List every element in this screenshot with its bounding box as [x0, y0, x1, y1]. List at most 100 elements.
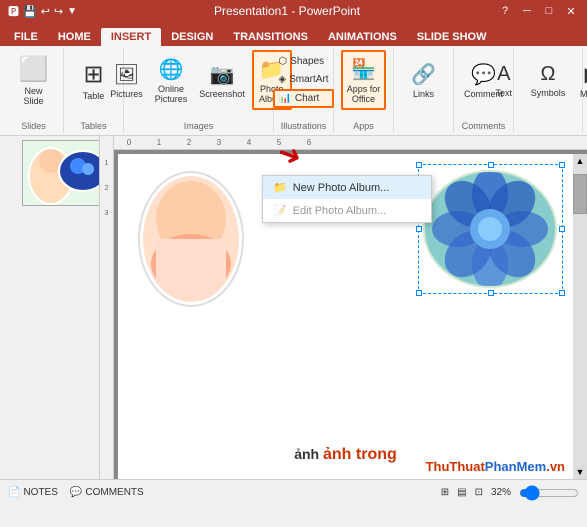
new-album-icon: 📁 [273, 181, 287, 194]
notes-button[interactable]: 📄 NOTES [8, 487, 58, 498]
chart-icon: 📊 [279, 93, 291, 104]
view-reader-icon[interactable]: ▤ [457, 487, 466, 498]
slide-1-svg [23, 141, 100, 206]
status-comment-icon: 💬 [70, 487, 82, 498]
online-pictures-icon: 🌐 [159, 57, 184, 82]
online-pictures-label: Online Pictures [155, 84, 188, 104]
shapes-button[interactable]: ⬡ Shapes [273, 53, 333, 70]
comments-button[interactable]: 💬 COMMENTS [70, 487, 144, 498]
media-button[interactable]: ▶ Media [572, 50, 587, 110]
new-slide-button[interactable]: ⬜ New Slide [14, 50, 54, 110]
ribbon-tabs: FILE HOME INSERT DESIGN TRANSITIONS ANIM… [0, 22, 587, 46]
view-presenter-icon[interactable]: ⊡ [475, 487, 483, 498]
flower-photo-container[interactable] [418, 164, 563, 294]
watermark: ThuThuatPhanMem.vn [426, 459, 565, 474]
tab-home[interactable]: HOME [48, 28, 101, 46]
slide-1-thumbnail[interactable] [22, 140, 100, 206]
links-group-content: 🔗 Links [404, 50, 444, 129]
scrollbar-thumb[interactable] [573, 174, 587, 214]
text-button[interactable]: A Text [484, 50, 524, 110]
slides-group-label: Slides [21, 119, 46, 131]
slide-1-wrapper: 1 [4, 140, 95, 206]
links-icon: 🔗 [411, 62, 436, 87]
slide-title-prefix: ảnh [294, 446, 323, 462]
edit-photo-album-label: Edit Photo Album... [293, 205, 387, 217]
photo-album-dropdown: 📁 New Photo Album... 📝 Edit Photo Album.… [262, 175, 432, 223]
window-title: Presentation1 - PowerPoint [77, 4, 497, 18]
text-label: Text [495, 88, 512, 98]
edit-album-icon: 📝 [273, 204, 287, 217]
ruler-vertical: 1 2 3 [100, 136, 114, 479]
tab-slideshow[interactable]: SLIDE SHOW [407, 28, 497, 46]
text-group: A Text Ω Symbols ▶ Media [514, 48, 583, 133]
links-button[interactable]: 🔗 Links [404, 50, 444, 110]
smartart-icon: ◈ [278, 74, 286, 85]
screenshot-button[interactable]: 📷 Screenshot [194, 50, 250, 110]
restore-button[interactable]: □ [541, 5, 557, 18]
new-slide-label: New Slide [23, 86, 43, 106]
slide-1-content [23, 141, 100, 206]
tab-design[interactable]: DESIGN [161, 28, 223, 46]
text-icon: A [497, 63, 510, 86]
screenshot-label: Screenshot [199, 89, 245, 99]
links-group: 🔗 Links [394, 48, 454, 133]
save-icon[interactable]: 💾 [23, 5, 37, 18]
scroll-up-button[interactable]: ▲ [573, 154, 587, 168]
apps-group: 🏪 Apps for Office Apps [334, 48, 394, 133]
scroll-down-button[interactable]: ▼ [573, 465, 587, 479]
close-button[interactable]: ✕ [563, 5, 579, 18]
chart-button[interactable]: 📊 Chart [273, 89, 333, 108]
slides-group-content: ⬜ New Slide [14, 50, 54, 119]
help-button[interactable]: ? [497, 5, 513, 18]
tab-insert[interactable]: INSERT [101, 28, 161, 46]
redo-icon[interactable]: ↪ [54, 5, 63, 18]
status-bar: 📄 NOTES 💬 COMMENTS ⊞ ▤ ⊡ 32% [0, 479, 587, 505]
illustrations-group-label: Illustrations [281, 119, 327, 131]
new-photo-album-label: New Photo Album... [293, 182, 390, 194]
shapes-label: Shapes [290, 56, 324, 67]
vertical-scrollbar[interactable]: ▲ ▼ [573, 154, 587, 479]
zoom-slider[interactable] [519, 485, 579, 501]
status-bar-right: ⊞ ▤ ⊡ 32% [441, 485, 579, 501]
media-label: Media [580, 89, 587, 99]
apps-icon: 🏪 [351, 57, 376, 82]
smartart-button[interactable]: ◈ SmartArt [273, 71, 333, 88]
customize-icon[interactable]: ▼ [67, 6, 77, 17]
table-icon: ⊞ [83, 60, 103, 89]
title-bar-left: 🅿 💾 ↩ ↪ ▼ [8, 3, 77, 19]
window-controls: ? ─ □ ✕ [497, 5, 579, 18]
tab-transitions[interactable]: TRANSITIONS [223, 28, 318, 46]
baby-photo-svg [136, 169, 246, 309]
notes-icon: 📄 [8, 487, 20, 498]
online-pictures-button[interactable]: 🌐 Online Pictures [150, 50, 193, 110]
tab-animations[interactable]: ANIMATIONS [318, 28, 407, 46]
new-photo-album-item[interactable]: 📁 New Photo Album... [263, 176, 431, 199]
minimize-button[interactable]: ─ [519, 5, 535, 18]
images-group-content: 🖼 Pictures 🌐 Online Pictures 📷 Screensho… [105, 50, 292, 119]
edit-photo-album-item[interactable]: 📝 Edit Photo Album... [263, 199, 431, 222]
tables-group-label: Tables [80, 119, 106, 131]
apps-for-office-button[interactable]: 🏪 Apps for Office [341, 50, 387, 110]
comments-label: COMMENTS [85, 487, 143, 498]
new-slide-icon: ⬜ [19, 55, 49, 84]
title-bar: 🅿 💾 ↩ ↪ ▼ Presentation1 - PowerPoint ? ─… [0, 0, 587, 22]
text-group-content: A Text Ω Symbols ▶ Media [484, 50, 587, 129]
images-group: 🖼 Pictures 🌐 Online Pictures 📷 Screensho… [124, 48, 274, 133]
apps-group-label: Apps [353, 119, 374, 131]
ribbon-bar: ⬜ New Slide Slides ⊞ Table Tables 🖼 Pict… [0, 46, 587, 136]
illustrations-col: ⬡ Shapes ◈ SmartArt 📊 Chart [273, 50, 333, 110]
baby-photo-container[interactable] [136, 169, 246, 309]
screenshot-icon: 📷 [210, 62, 235, 87]
table-label: Table [83, 91, 105, 101]
view-normal-icon[interactable]: ⊞ [441, 487, 449, 498]
undo-icon[interactable]: ↩ [41, 5, 50, 18]
symbols-icon: Ω [541, 63, 556, 86]
slides-group: ⬜ New Slide Slides [4, 48, 64, 133]
tab-file[interactable]: FILE [4, 28, 48, 46]
slide-panel[interactable]: 1 [0, 136, 100, 479]
illustrations-group: ⬡ Shapes ◈ SmartArt 📊 Chart Illustration… [274, 48, 334, 133]
apps-label: Apps for Office [347, 84, 381, 104]
pictures-button[interactable]: 🖼 Pictures [105, 50, 148, 110]
symbols-button[interactable]: Ω Symbols [526, 50, 571, 110]
notes-label: NOTES [23, 487, 57, 498]
